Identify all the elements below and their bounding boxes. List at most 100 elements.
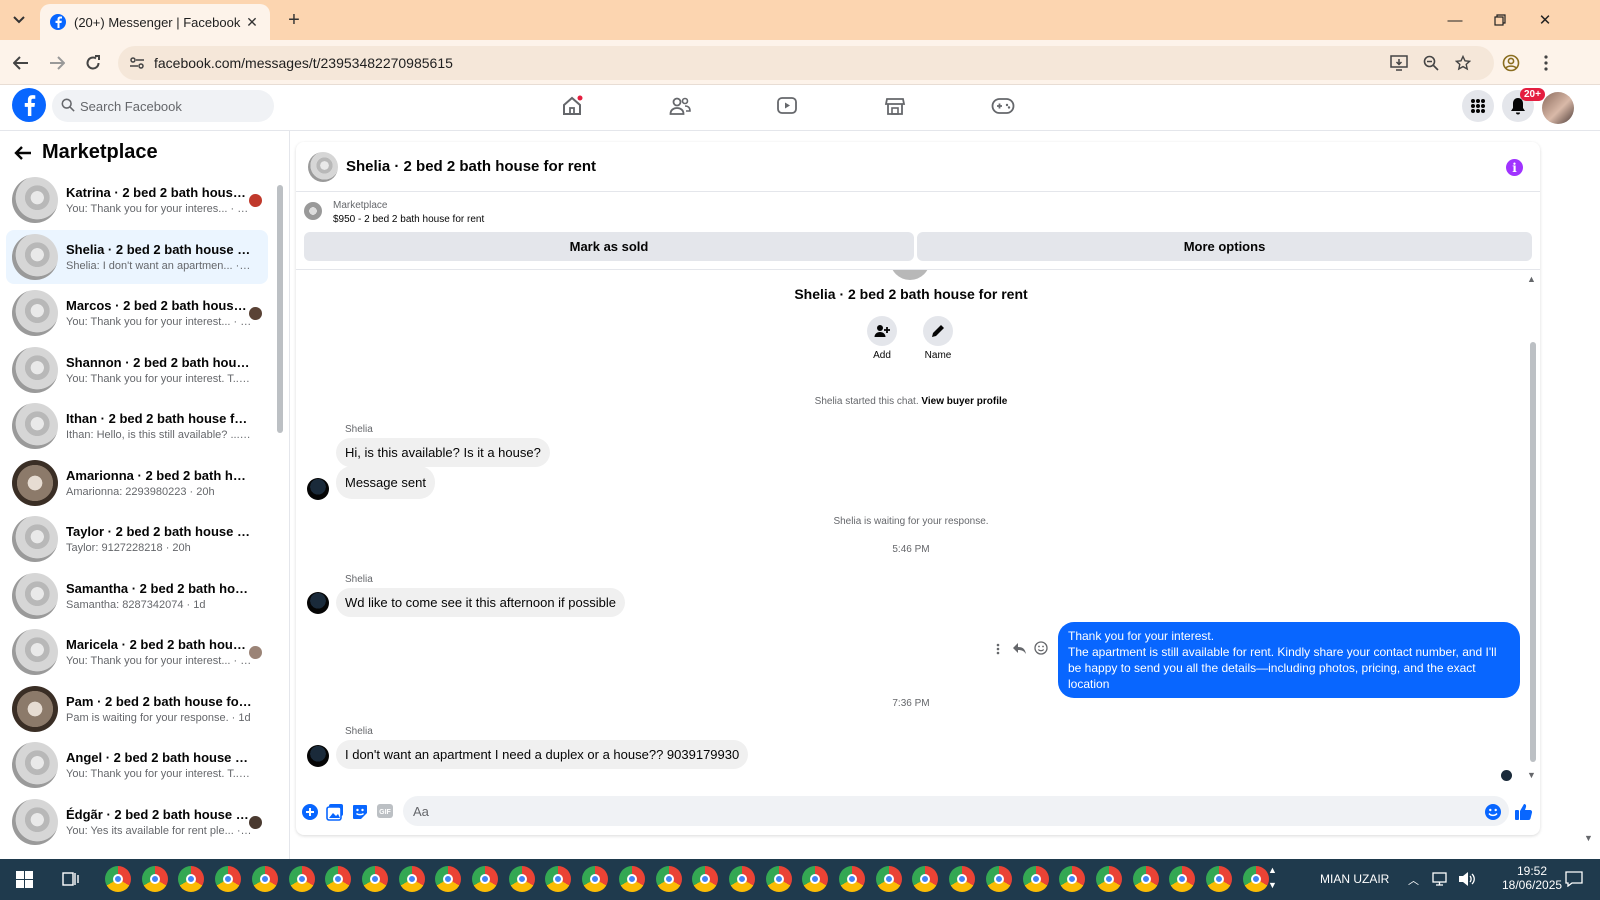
sender-avatar[interactable]	[307, 592, 329, 614]
profile-icon[interactable]	[1500, 52, 1522, 74]
menu-grid-icon[interactable]	[1462, 90, 1494, 122]
gif-icon[interactable]: GIF	[376, 803, 394, 821]
chrome-taskbar-icon[interactable]	[618, 866, 645, 892]
chrome-taskbar-icon[interactable]	[251, 866, 278, 892]
chrome-taskbar-icon[interactable]	[1132, 866, 1159, 892]
chrome-taskbar-icon[interactable]	[508, 866, 535, 892]
attach-photo-icon[interactable]	[326, 803, 344, 821]
react-emoji-icon[interactable]	[1034, 641, 1048, 655]
incoming-message[interactable]: Wd like to come see it this afternoon if…	[336, 588, 625, 617]
bookmark-star-icon[interactable]	[1452, 52, 1474, 74]
info-icon[interactable]: i	[1506, 159, 1523, 176]
back-arrow-icon[interactable]	[14, 145, 32, 161]
chrome-taskbar-icon[interactable]	[985, 866, 1012, 892]
chrome-taskbar-icon[interactable]	[398, 866, 425, 892]
zoom-icon[interactable]	[1420, 52, 1442, 74]
chrome-taskbar-icon[interactable]	[178, 866, 205, 892]
taskbar-user-name[interactable]: MIAN UZAIR	[1320, 872, 1389, 886]
chrome-taskbar-icon[interactable]	[1022, 866, 1049, 892]
chrome-taskbar-icon[interactable]	[361, 866, 388, 892]
tab-list-chevron-icon[interactable]	[6, 9, 32, 31]
chrome-taskbar-icon[interactable]	[728, 866, 755, 892]
chrome-taskbar-icon[interactable]	[765, 866, 792, 892]
chat-avatar[interactable]	[308, 151, 338, 182]
chrome-taskbar-icon[interactable]	[435, 866, 462, 892]
address-bar[interactable]: facebook.com/messages/t/2395348227098561…	[118, 46, 1494, 80]
sender-avatar[interactable]	[307, 478, 329, 500]
site-info-icon[interactable]	[126, 52, 148, 74]
listing-thumbnail[interactable]	[304, 202, 322, 220]
view-buyer-profile-link[interactable]: View buyer profile	[921, 396, 1007, 407]
chrome-taskbar-icon[interactable]	[949, 866, 976, 892]
page-scroll-down-arrow-icon[interactable]: ▼	[1584, 833, 1593, 843]
thumbs-up-like-icon[interactable]	[1514, 803, 1533, 821]
install-app-icon[interactable]	[1388, 52, 1410, 74]
new-tab-button[interactable]: +	[282, 8, 306, 32]
reload-icon[interactable]	[80, 50, 106, 76]
incoming-message[interactable]: Hi, is this available? Is it a house?	[336, 438, 550, 467]
taskbar-scroll-arrows-icon[interactable]: ▲ ▼	[1268, 863, 1277, 893]
chrome-taskbar-icon[interactable]	[912, 866, 939, 892]
sender-avatar[interactable]	[307, 745, 329, 767]
plus-circle-icon[interactable]	[301, 803, 319, 821]
conversation-item[interactable]: Taylor · 2 bed 2 bath house for r... Tayl…	[6, 512, 268, 566]
forward-arrow-icon[interactable]	[44, 50, 70, 76]
chrome-taskbar-icon[interactable]	[839, 866, 865, 892]
chrome-taskbar-icon[interactable]	[802, 866, 829, 892]
video-icon[interactable]	[771, 90, 803, 122]
facebook-logo-icon[interactable]	[12, 88, 46, 122]
chrome-taskbar-icon[interactable]	[875, 866, 902, 892]
conversation-item[interactable]: Angel · 2 bed 2 bath house for r... You: …	[6, 738, 268, 792]
mark-as-sold-button[interactable]: Mark as sold	[304, 232, 914, 261]
conversation-item[interactable]: Shelia · 2 bed 2 bath house for r... Shel…	[6, 229, 268, 284]
account-avatar[interactable]	[1542, 92, 1574, 124]
system-tray-chevron-icon[interactable]: ︿	[1408, 872, 1419, 888]
sidebar-scrollbar-thumb[interactable]	[277, 185, 283, 433]
browser-tab-messenger[interactable]: (20+) Messenger | Facebook ✕	[40, 4, 270, 40]
volume-icon[interactable]	[1458, 871, 1476, 887]
chrome-taskbar-icon[interactable]	[1242, 866, 1269, 892]
emoji-icon[interactable]	[1484, 803, 1502, 821]
chat-title[interactable]: Shelia · 2 bed 2 bath house for rent	[346, 158, 596, 175]
listing-price[interactable]: $950 - 2 bed 2 bath house for rent	[333, 214, 484, 225]
chrome-taskbar-icon[interactable]	[582, 866, 609, 892]
chrome-taskbar-icon[interactable]	[1059, 866, 1086, 892]
scroll-up-arrow-icon[interactable]: ▲	[1527, 274, 1536, 284]
conversation-item[interactable]: Ithan · 2 bed 2 bath house for r... Ithan…	[6, 399, 268, 453]
more-actions-icon[interactable]	[996, 643, 1000, 655]
conversation-item[interactable]: Marcos · 2 bed 2 bath house ... You: Than…	[6, 286, 268, 340]
chrome-taskbar-icon[interactable]	[288, 866, 315, 892]
back-arrow-icon[interactable]	[8, 50, 34, 76]
friends-icon[interactable]	[664, 90, 696, 122]
chrome-taskbar-icon[interactable]	[325, 866, 352, 892]
conversation-item[interactable]: Édgãr · 2 bed 2 bath house fo... You: Yes…	[6, 795, 268, 849]
conversation-item[interactable]: Maricela · 2 bed 2 bath house... You: Tha…	[6, 625, 268, 679]
conversation-item[interactable]: Samantha · 2 bed 2 bath house ... Samanth…	[6, 569, 268, 623]
incoming-message[interactable]: I don't want an apartment I need a duple…	[336, 740, 749, 769]
browser-menu-icon[interactable]	[1535, 52, 1557, 74]
chrome-taskbar-icon[interactable]	[692, 866, 719, 892]
scroll-down-arrow-icon[interactable]: ▼	[1527, 770, 1536, 780]
minimize-window-button[interactable]: —	[1432, 0, 1478, 40]
more-options-button[interactable]: More options	[917, 232, 1532, 261]
notifications-center-icon[interactable]	[1565, 871, 1583, 887]
conversation-item[interactable]: Shannon · 2 bed 2 bath house f... You: Th…	[6, 343, 268, 397]
chrome-taskbar-icon[interactable]	[1169, 866, 1196, 892]
facebook-search-input[interactable]: Search Facebook	[52, 90, 274, 122]
chrome-taskbar-icon[interactable]	[655, 866, 682, 892]
add-person-icon[interactable]	[867, 316, 897, 346]
home-icon[interactable]	[556, 90, 588, 122]
outgoing-message[interactable]: Thank you for your interest. The apartme…	[1058, 622, 1520, 698]
conversation-item[interactable]: Katrina · 2 bed 2 bath house f... You: Th…	[6, 173, 268, 227]
task-view-icon[interactable]	[62, 871, 80, 887]
chrome-taskbar-icon[interactable]	[1206, 866, 1232, 892]
network-icon[interactable]	[1432, 872, 1450, 886]
edit-name-pencil-icon[interactable]	[923, 316, 953, 346]
restore-window-button[interactable]	[1477, 0, 1523, 40]
conversation-item[interactable]: Pam · 2 bed 2 bath house for rent Pam is …	[6, 682, 268, 736]
windows-start-icon[interactable]	[16, 871, 33, 888]
message-input[interactable]: Aa	[403, 796, 1509, 826]
thread-scrollbar-thumb[interactable]	[1530, 342, 1536, 762]
close-tab-icon[interactable]: ✕	[244, 14, 260, 30]
chrome-taskbar-icon[interactable]	[1095, 866, 1122, 892]
